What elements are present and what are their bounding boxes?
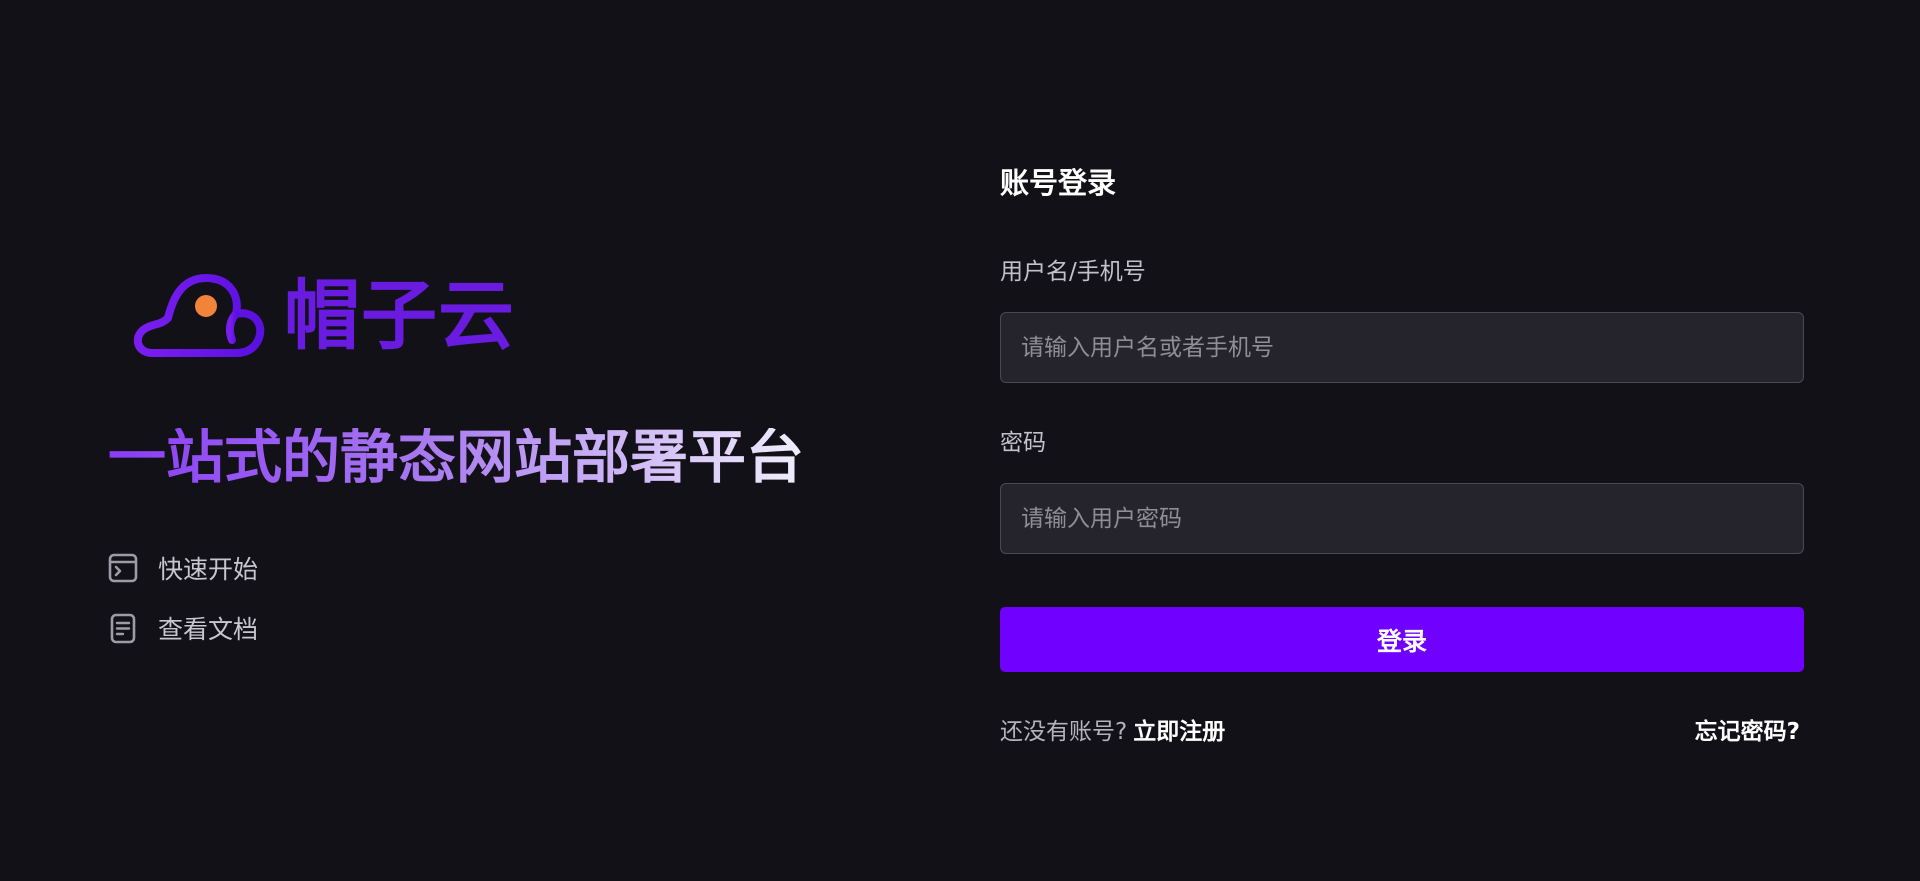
register-prompt: 还没有账号? 立即注册 [1000,716,1225,748]
login-page: 帽子云 一站式的静态网站部署平台 快速开始 查看文档 账号登录 用户名/手机号 [0,0,1920,881]
no-account-text: 还没有账号? [1000,719,1128,745]
forgot-password-link[interactable]: 忘记密码? [1695,716,1800,748]
view-docs-link[interactable]: 查看文档 [108,612,258,644]
brand-name: 帽子云 [284,271,515,360]
login-button[interactable]: 登录 [1000,607,1804,672]
quick-start-link[interactable]: 快速开始 [108,552,258,584]
login-form: 账号登录 用户名/手机号 密码 登录 还没有账号?立即注册 忘记密码? [1000,164,1804,748]
view-docs-label: 查看文档 [158,615,259,644]
username-input[interactable] [1000,312,1804,383]
quick-start-label: 快速开始 [158,555,259,584]
form-footer: 还没有账号? 立即注册 忘记密码? [1000,716,1804,748]
quick-links: 快速开始 查看文档 [108,552,258,672]
slogan: 一站式的静态网站部署平台 [108,423,805,491]
username-label: 用户名/手机号 [1000,259,1146,285]
document-icon [110,613,136,644]
cloud-icon [134,274,265,357]
brand: 帽子云 [128,268,515,364]
password-label: 密码 [1000,430,1046,456]
password-input[interactable] [1000,483,1804,554]
register-link[interactable]: 立即注册 [1133,719,1225,745]
form-title: 账号登录 [1000,166,1117,200]
terminal-icon [108,553,138,583]
